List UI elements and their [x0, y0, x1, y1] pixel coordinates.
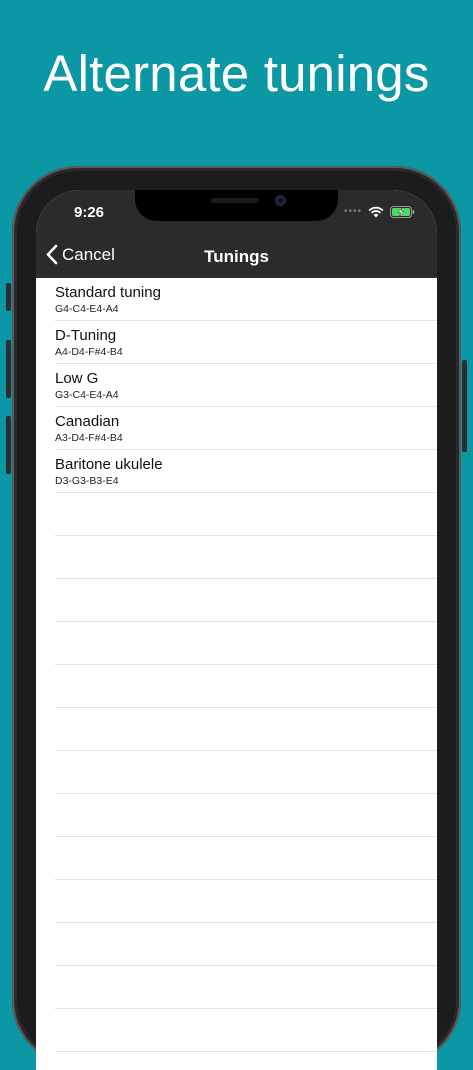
tuning-name: Canadian	[55, 413, 120, 430]
page-title: Tunings	[204, 247, 269, 266]
tuning-name: Low G	[55, 370, 99, 387]
tuning-name: Baritone ukulele	[55, 456, 163, 473]
tunings-list: Standard tuning G4-C4-E4-A4 D-Tuning A4-…	[36, 278, 437, 1052]
tuning-notes: D3-G3-B3-E4	[55, 475, 119, 487]
tuning-name: Standard tuning	[55, 284, 161, 301]
headline: Alternate tunings	[43, 45, 430, 102]
empty-list-row	[55, 966, 437, 1009]
empty-list-row	[55, 923, 437, 966]
empty-list-row	[55, 708, 437, 751]
phone-side-button	[462, 360, 467, 452]
tuning-notes: G4-C4-E4-A4	[55, 303, 119, 315]
phone-side-button	[6, 416, 11, 474]
empty-list-row	[55, 536, 437, 579]
tuning-notes: G3-C4-E4-A4	[55, 389, 119, 401]
notch	[135, 190, 338, 221]
empty-list-row	[55, 493, 437, 536]
wifi-icon	[368, 206, 384, 218]
tuning-row-baritone[interactable]: Baritone ukulele D3-G3-B3-E4	[55, 450, 437, 493]
empty-list-row	[55, 837, 437, 880]
empty-list-row	[55, 751, 437, 794]
phone-screen: 9:26 •••• Cancel Tunings Standard tuning…	[36, 190, 437, 1070]
empty-list-row	[55, 1009, 437, 1052]
phone-side-button	[6, 283, 11, 311]
status-icons: ••••	[344, 206, 415, 218]
empty-list-row	[55, 665, 437, 708]
tuning-notes: A3-D4-F#4-B4	[55, 432, 123, 444]
cellular-signal-icon: ••••	[343, 206, 362, 217]
tuning-row-standard[interactable]: Standard tuning G4-C4-E4-A4	[55, 278, 437, 321]
empty-list-row	[55, 794, 437, 837]
phone-side-button	[6, 340, 11, 398]
front-camera	[275, 195, 286, 206]
tuning-name: D-Tuning	[55, 327, 117, 344]
speaker-grille	[211, 198, 259, 203]
battery-charging-icon	[390, 206, 415, 218]
tuning-row-d-tuning[interactable]: D-Tuning A4-D4-F#4-B4	[55, 321, 437, 364]
tuning-notes: A4-D4-F#4-B4	[55, 346, 123, 358]
empty-list-row	[55, 622, 437, 665]
status-time: 9:26	[74, 204, 105, 221]
navigation-bar: Cancel Tunings	[36, 234, 437, 278]
tuning-row-canadian[interactable]: Canadian A3-D4-F#4-B4	[55, 407, 437, 450]
tuning-row-low-g[interactable]: Low G G3-C4-E4-A4	[55, 364, 437, 407]
empty-list-row	[55, 880, 437, 923]
empty-list-row	[55, 579, 437, 622]
